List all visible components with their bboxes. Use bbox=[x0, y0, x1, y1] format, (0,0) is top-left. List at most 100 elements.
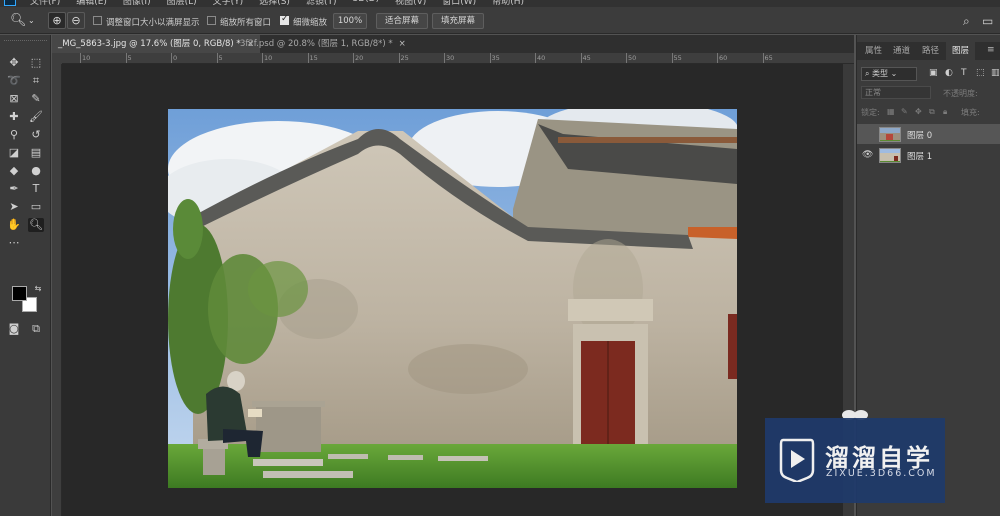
menu-item[interactable]: 选择(S) bbox=[259, 0, 290, 7]
menu-item[interactable]: 图像(I) bbox=[123, 0, 151, 7]
zoom-out-button[interactable]: ⊖ bbox=[67, 12, 85, 29]
hand-tool-icon[interactable]: ✋ bbox=[6, 218, 22, 232]
crop-tool-icon[interactable]: ⌗ bbox=[28, 74, 44, 88]
close-icon[interactable]: × bbox=[399, 39, 406, 49]
eyedropper-tool-icon[interactable]: ✎ bbox=[28, 92, 44, 106]
dodge-tool-icon[interactable]: ● bbox=[28, 164, 44, 178]
lock-all-icon[interactable]: 🔒︎ bbox=[943, 107, 947, 117]
ruler-label: 65 bbox=[764, 54, 773, 62]
tab-document-2[interactable]: 3f2f.psd @ 20.8% (图层 1, RGB/8*) * × bbox=[234, 35, 412, 53]
gradient-tool-icon[interactable]: ▤ bbox=[28, 146, 44, 160]
ruler-label: 40 bbox=[537, 54, 546, 62]
quick-mask-icon[interactable]: ◙ bbox=[6, 322, 22, 336]
lasso-tool-icon[interactable]: ➰ bbox=[6, 74, 22, 88]
tab-paths[interactable]: 路径 bbox=[916, 42, 945, 60]
lock-position-icon[interactable]: ✥ bbox=[915, 107, 922, 116]
document-image[interactable] bbox=[168, 109, 737, 488]
fit-screen-button[interactable]: 适合屏幕 bbox=[376, 13, 429, 29]
panel-grip[interactable] bbox=[4, 40, 47, 42]
layer-thumbnail bbox=[879, 127, 901, 142]
shape-filter-icon[interactable]: ⬚ bbox=[976, 68, 985, 78]
history-brush-icon[interactable]: ↺ bbox=[28, 128, 44, 142]
menu-item[interactable]: 滤镜(T) bbox=[306, 0, 337, 7]
marquee-tool-icon[interactable]: ⬚ bbox=[28, 56, 44, 70]
ruler-tick bbox=[444, 53, 445, 63]
fill-screen-button[interactable]: 填充屏幕 bbox=[432, 13, 485, 29]
visibility-eye-icon[interactable]: 👁︎ bbox=[862, 150, 873, 160]
tab-channels[interactable]: 通道 bbox=[887, 42, 916, 60]
ruler-tick bbox=[626, 53, 627, 63]
healing-brush-icon[interactable]: ✚ bbox=[6, 110, 22, 124]
photoshop-logo-icon[interactable] bbox=[4, 0, 16, 6]
zoom-tool-icon[interactable]: 🔍︎ bbox=[28, 218, 44, 232]
layer-name: 图层 0 bbox=[907, 131, 933, 141]
layer-filter-select[interactable]: ⌕ 类型 ⌄ bbox=[861, 67, 917, 81]
menu-bar: 文件(F) 编辑(E) 图像(I) 图层(L) 文字(Y) 选择(S) 滤镜(T) 3D(D)… bbox=[0, 0, 1000, 7]
smart-object-filter-icon[interactable]: ▥ bbox=[991, 68, 1000, 78]
chevron-down-icon[interactable]: ⌄ bbox=[28, 16, 35, 25]
adjustment-filter-icon[interactable]: ◐ bbox=[945, 68, 953, 78]
brush-tool-icon[interactable]: 🖌︎ bbox=[28, 110, 44, 124]
eraser-tool-icon[interactable]: ◪ bbox=[6, 146, 22, 160]
zoom-in-button[interactable]: ⊕ bbox=[48, 12, 66, 29]
scrubby-zoom-checkbox[interactable] bbox=[280, 14, 289, 25]
ruler-tick bbox=[535, 53, 536, 63]
rectangle-tool-icon[interactable]: ▭ bbox=[28, 200, 44, 214]
blur-tool-icon[interactable]: ◆ bbox=[6, 164, 22, 178]
move-tool-icon[interactable]: ✥ bbox=[6, 56, 22, 70]
ruler-tick bbox=[353, 53, 354, 63]
tab-layers[interactable]: 图层 bbox=[946, 42, 976, 60]
vertical-ruler[interactable] bbox=[52, 64, 62, 516]
options-bar: 🔍︎ ⌄ ⊕ ⊖ 调整窗口大小以满屏显示 缩放所有窗口 细微缩放 100% 适合… bbox=[0, 7, 1000, 34]
ruler-tick bbox=[762, 53, 764, 63]
search-icon[interactable]: ⌕ bbox=[963, 14, 970, 29]
panel-menu-icon[interactable]: ≡ bbox=[987, 45, 995, 55]
ruler-corner[interactable] bbox=[52, 53, 62, 64]
zoom-tool-preset-icon[interactable]: 🔍︎ bbox=[10, 13, 27, 28]
zoom-percent-field[interactable]: 100% bbox=[333, 13, 367, 29]
layer-row-1[interactable]: 👁︎ 图层 1 bbox=[857, 145, 1000, 165]
ruler-tick bbox=[489, 53, 491, 63]
resize-windows-checkbox[interactable] bbox=[93, 16, 102, 25]
frame-tool-icon[interactable]: ⊠ bbox=[6, 92, 22, 106]
menu-item[interactable]: 文件(F) bbox=[30, 0, 60, 7]
canvas-area[interactable] bbox=[62, 64, 854, 516]
menu-item[interactable]: 窗口(W) bbox=[442, 0, 476, 7]
lock-image-icon[interactable]: ✎ bbox=[901, 107, 908, 116]
image-filter-icon[interactable]: ▣ bbox=[929, 68, 938, 78]
tab-title: 3f2f.psd @ 20.8% (图层 1, RGB/8*) * bbox=[240, 39, 393, 49]
menu-item[interactable]: 编辑(E) bbox=[76, 0, 107, 7]
path-selection-icon[interactable]: ➤ bbox=[6, 200, 22, 214]
lock-transparent-icon[interactable]: ▦ bbox=[887, 107, 895, 116]
menu-item[interactable]: 帮助(H) bbox=[492, 0, 524, 7]
workspace-icon[interactable]: ▭ bbox=[982, 14, 993, 28]
pen-tool-icon[interactable]: ✒ bbox=[6, 182, 22, 196]
menu-item[interactable]: 图层(L) bbox=[167, 0, 197, 7]
more-tools-icon[interactable]: ⋯ bbox=[6, 236, 22, 250]
lock-artboard-icon[interactable]: ⧉ bbox=[929, 107, 935, 117]
swap-colors-icon[interactable]: ⇆ bbox=[30, 282, 46, 296]
clone-stamp-icon[interactable]: ⚲ bbox=[6, 128, 22, 142]
menu-item[interactable]: 3D(D) bbox=[352, 0, 379, 7]
ruler-label: 55 bbox=[673, 54, 682, 62]
layer-row-0[interactable]: 图层 0 bbox=[857, 124, 1000, 144]
ruler-label: 0 bbox=[173, 54, 178, 62]
tab-document-1[interactable]: _MG_5863-3.jpg @ 17.6% (图层 0, RGB/8) * × bbox=[52, 35, 260, 53]
zoom-all-windows-checkbox[interactable] bbox=[207, 16, 216, 25]
menu-item[interactable]: 视图(V) bbox=[395, 0, 426, 7]
type-filter-icon[interactable]: T bbox=[961, 68, 967, 78]
foreground-color-swatch[interactable] bbox=[12, 286, 27, 301]
ruler-tick bbox=[580, 53, 582, 63]
ruler-label: 45 bbox=[582, 54, 591, 62]
watermark-subtitle: ZIXUE.3D66.COM bbox=[826, 468, 937, 479]
blend-mode-select[interactable]: 正常 bbox=[861, 86, 931, 99]
tab-title: _MG_5863-3.jpg @ 17.6% (图层 0, RGB/8) * bbox=[58, 39, 241, 49]
horizontal-ruler[interactable]: 10 5 0 5 10 15 20 25 30 35 40 45 50 55 60 65 bbox=[62, 53, 854, 64]
ruler-tick bbox=[125, 53, 127, 63]
type-tool-icon[interactable]: T bbox=[28, 182, 44, 196]
menu-item[interactable]: 文字(Y) bbox=[213, 0, 244, 7]
blend-row: 正常 不透明度: bbox=[861, 86, 999, 100]
screen-mode-icon[interactable]: ⧉ bbox=[28, 322, 44, 336]
tab-properties[interactable]: 属性 bbox=[859, 42, 888, 60]
ruler-label: 10 bbox=[264, 54, 273, 62]
